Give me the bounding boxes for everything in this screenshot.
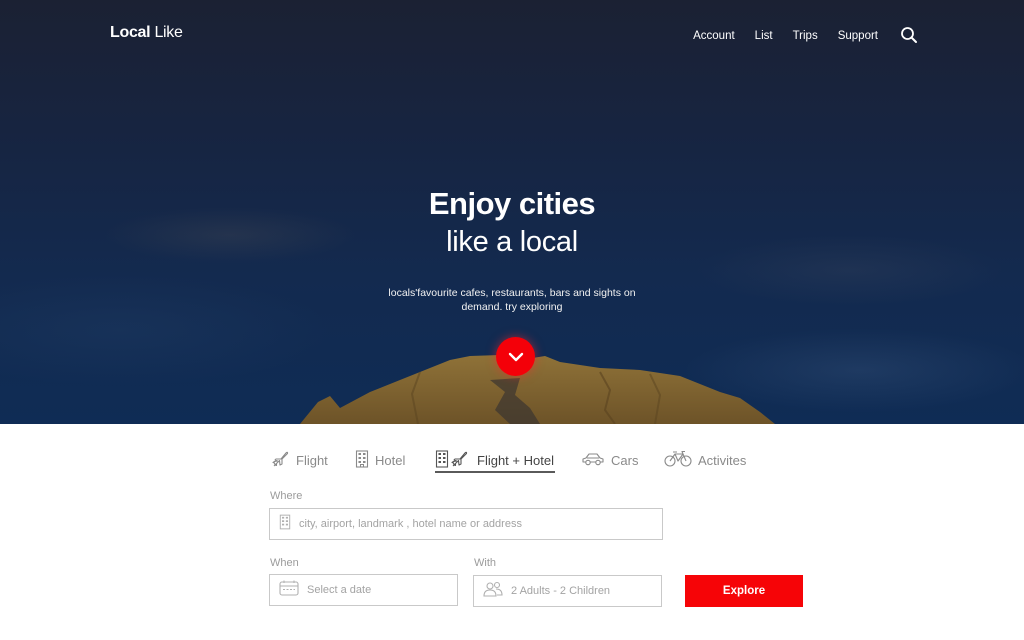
people-icon [483, 581, 503, 602]
car-icon [581, 451, 605, 470]
tab-flight[interactable]: Flight [272, 446, 328, 474]
chevron-down-icon [508, 352, 523, 361]
scroll-down-button[interactable] [496, 337, 535, 376]
tab-cars[interactable]: Cars [581, 446, 638, 474]
nav-links: Account List Trips Support [673, 27, 918, 45]
building-icon [279, 514, 291, 535]
tab-hotel-label: Hotel [375, 452, 406, 468]
plane-icon [272, 450, 290, 471]
tab-cars-label: Cars [611, 452, 639, 468]
when-label: When [270, 557, 299, 569]
tab-flight-label: Flight [296, 452, 328, 468]
with-label: With [474, 557, 496, 569]
tab-activities-label: Activites [698, 452, 747, 468]
brand-logo-part2: Like [154, 24, 183, 41]
guests-input[interactable]: 2 Adults - 2 Children [473, 575, 662, 607]
building-icon [355, 449, 369, 471]
tab-hotel[interactable]: Hotel [355, 446, 405, 474]
date-placeholder: Select a date [307, 584, 372, 596]
date-input[interactable]: Select a date [269, 574, 458, 606]
nav-link-trips[interactable]: Trips [793, 30, 818, 42]
where-input[interactable]: city, airport, landmark , hotel name or … [269, 508, 663, 540]
hero-subtitle: locals'favourite cafes, restaurants, bar… [388, 287, 636, 313]
tab-activities[interactable]: Activites [664, 446, 746, 474]
brand-logo[interactable]: Local Like [110, 24, 183, 42]
hero-title-line2: like a local [446, 226, 578, 258]
hero-title-line1: Enjoy cities [428, 186, 596, 221]
tab-flight-hotel-label: Flight + Hotel [477, 452, 554, 468]
calendar-icon [279, 580, 299, 601]
bicycle-icon [664, 450, 692, 471]
where-placeholder: city, airport, landmark , hotel name or … [299, 518, 522, 530]
search-icon[interactable] [900, 26, 918, 44]
brand-logo-part1: Local [110, 24, 151, 41]
tab-flight-hotel[interactable]: Flight + Hotel [435, 446, 554, 474]
nav-link-list[interactable]: List [755, 30, 773, 42]
top-nav: Local Like Account List Trips Support [0, 0, 1024, 68]
building-plane-icon [435, 449, 471, 471]
explore-button[interactable]: Explore [685, 575, 803, 607]
nav-link-support[interactable]: Support [838, 30, 878, 42]
guests-value: 2 Adults - 2 Children [511, 585, 611, 597]
nav-link-account[interactable]: Account [693, 30, 735, 42]
hero-banner: Local Like Account List Trips Support En… [0, 0, 1024, 424]
where-label: Where [270, 490, 303, 502]
active-tab-indicator [435, 471, 555, 473]
